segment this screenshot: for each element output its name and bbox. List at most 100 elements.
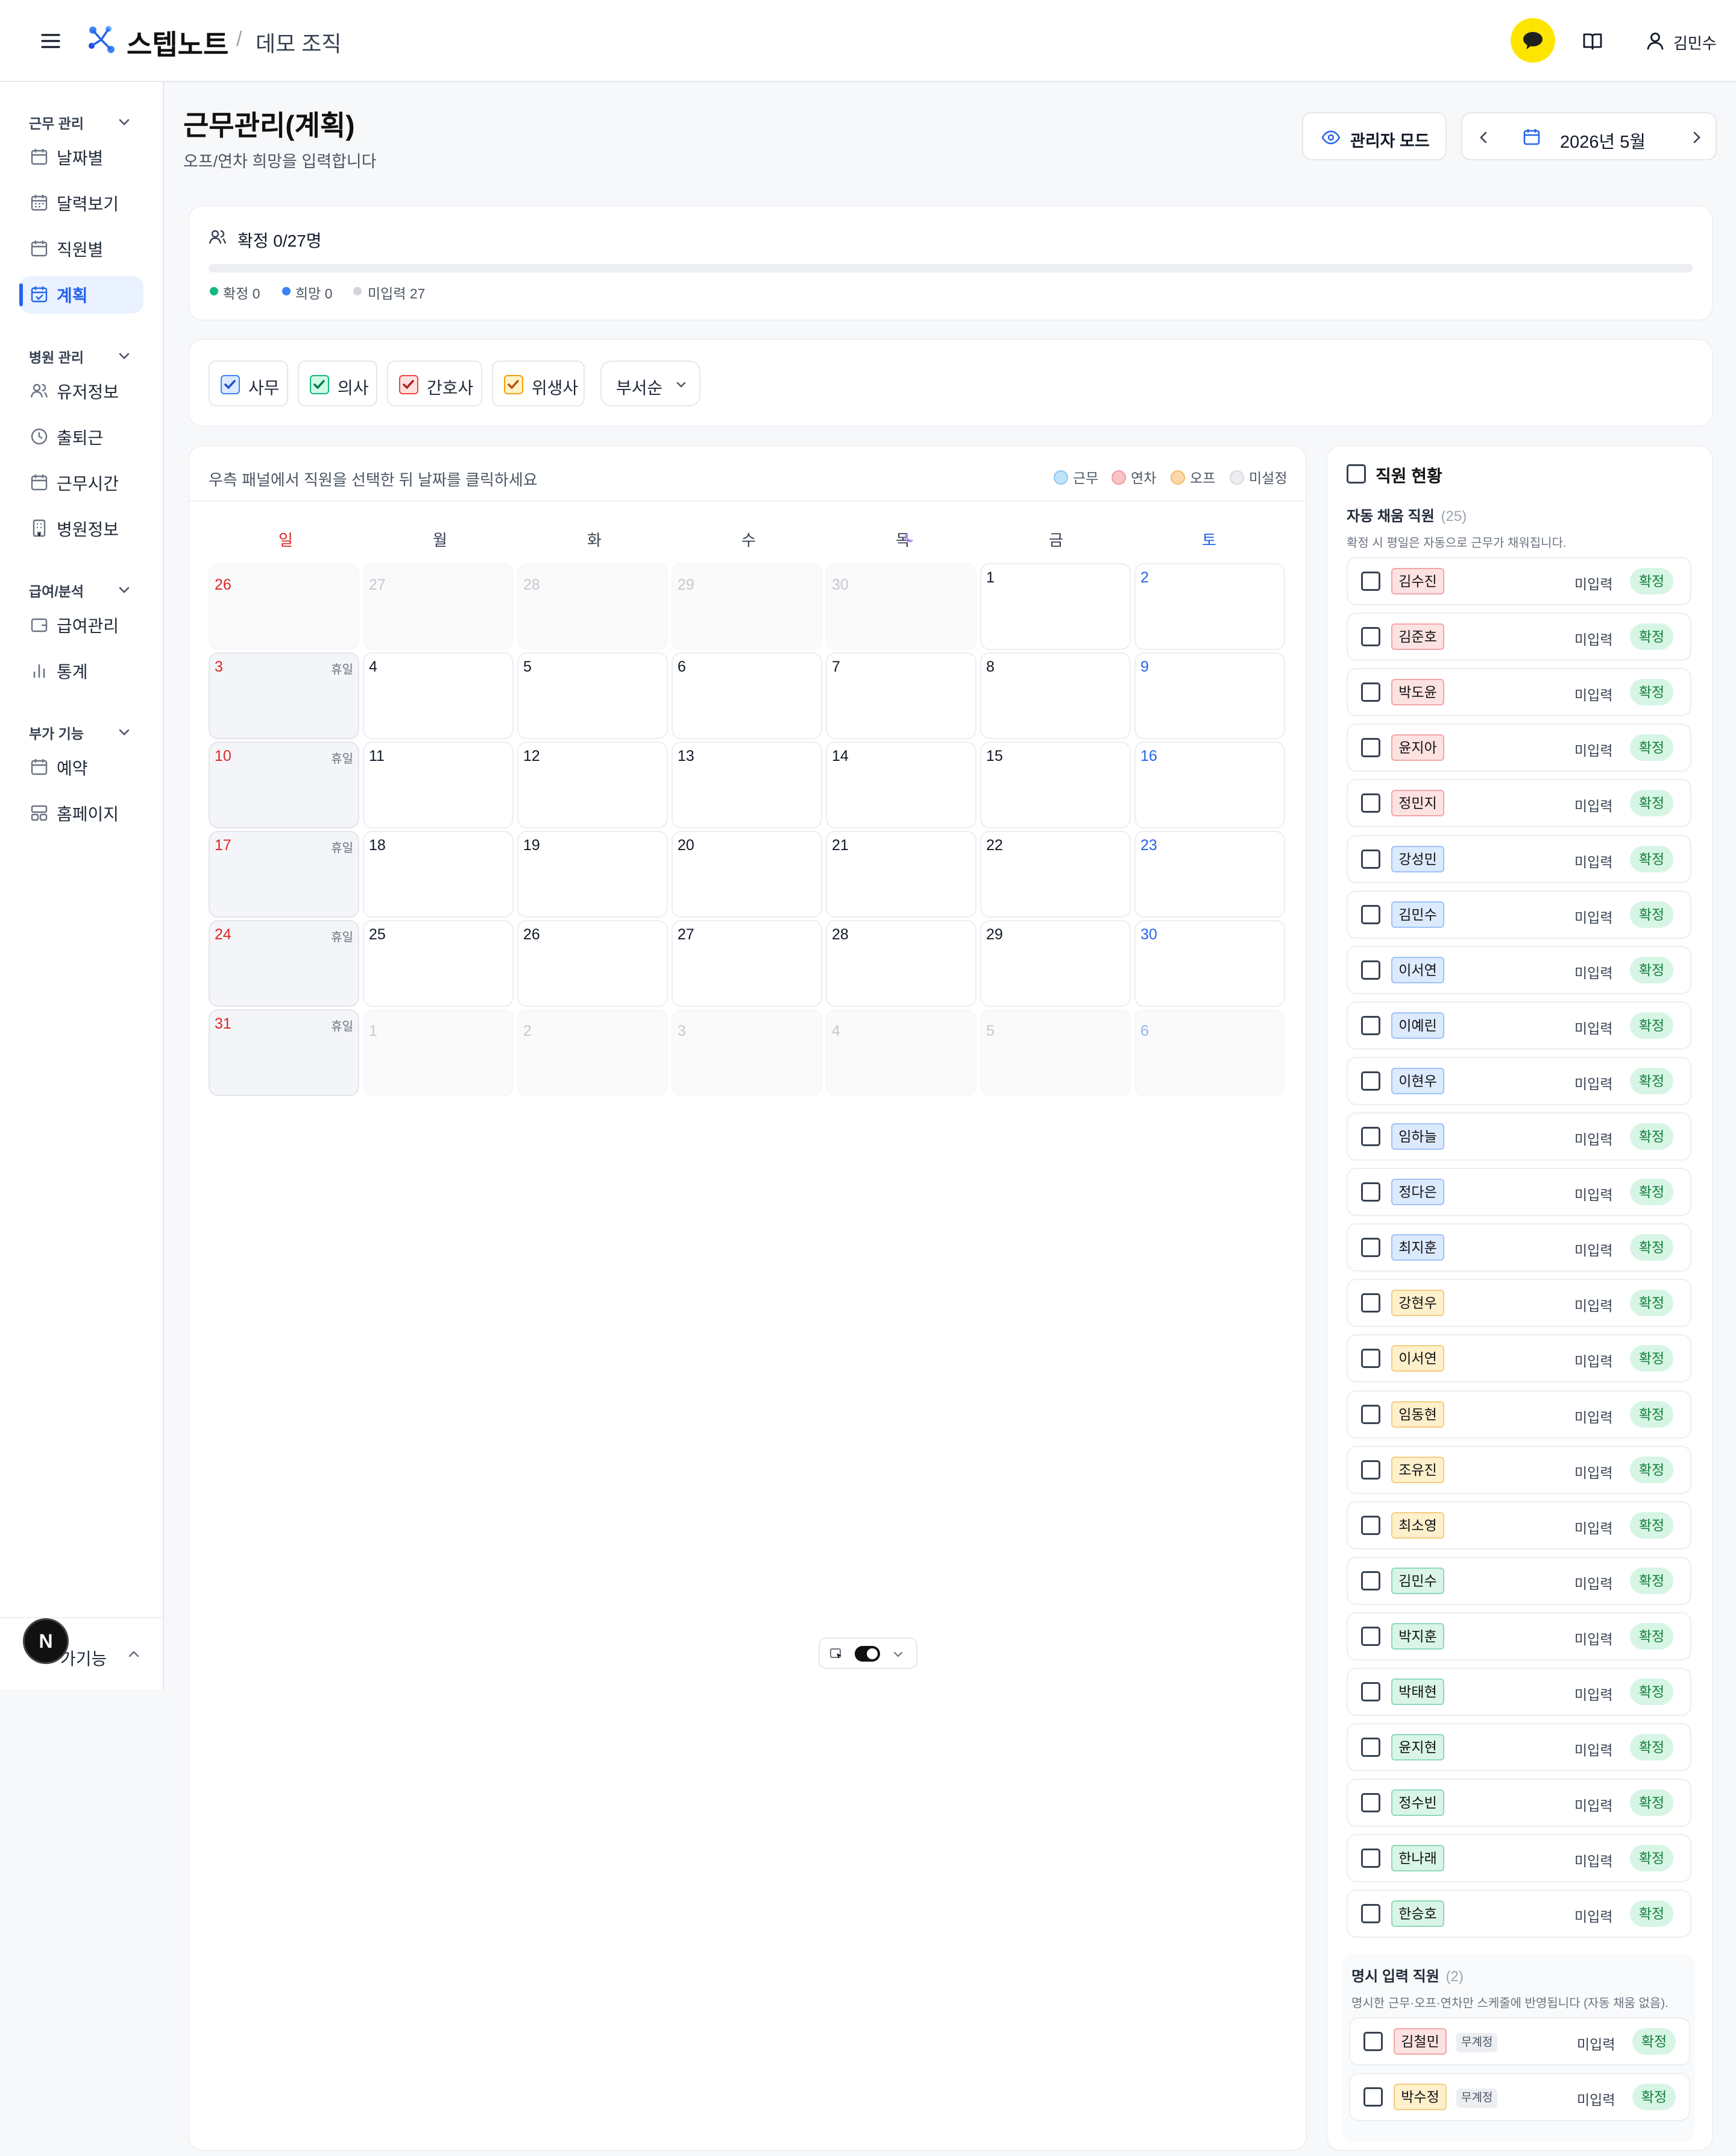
staff-checkbox[interactable] (1361, 1515, 1380, 1535)
staff-checkbox[interactable] (1361, 1738, 1380, 1757)
staff-row[interactable]: 김민수 미입력 확정 (1347, 1556, 1691, 1605)
confirm-button[interactable]: 확정 (1630, 1067, 1673, 1094)
sidebar-item-plan[interactable]: 계획 (19, 276, 143, 314)
staff-checkbox[interactable] (1361, 1238, 1380, 1258)
calendar-day-cell[interactable]: 16 (1134, 742, 1285, 828)
staff-row[interactable]: 정다은 미입력 확정 (1347, 1168, 1691, 1217)
calendar-day-cell[interactable]: 19 (517, 831, 668, 918)
confirm-button[interactable]: 확정 (1630, 1511, 1673, 1539)
staff-row[interactable]: 김준호 미입력 확정 (1347, 613, 1691, 661)
staff-row[interactable]: 이서연 미입력 확정 (1347, 945, 1691, 994)
confirm-button[interactable]: 확정 (1630, 568, 1673, 594)
calendar-day-cell[interactable]: 29 (671, 563, 822, 650)
filter-chip-doctor[interactable]: 의사 (298, 361, 377, 406)
calendar-day-cell[interactable]: 28 (826, 920, 976, 1007)
confirm-button[interactable]: 확정 (1630, 623, 1673, 651)
calendar-day-cell[interactable]: 1 (980, 563, 1131, 650)
staff-row[interactable]: 윤지아 미입력 확정 (1347, 723, 1691, 772)
confirm-button[interactable]: 확정 (1630, 956, 1673, 983)
sidebar-item-homepage[interactable]: 홈페이지 (19, 795, 143, 832)
staff-row[interactable]: 박수정 무계정 미입력 확정 (1349, 2073, 1690, 2121)
confirm-button[interactable]: 확정 (1630, 1456, 1673, 1483)
calendar-day-cell[interactable]: 6 (671, 652, 822, 739)
checkbox[interactable] (504, 375, 523, 394)
staff-row[interactable]: 박도윤 미입력 확정 (1347, 668, 1691, 717)
org-name[interactable]: 데모 조직 (256, 27, 341, 58)
calendar-day-cell[interactable]: 18 (363, 831, 514, 918)
staff-row[interactable]: 한나래 미입력 확정 (1347, 1834, 1691, 1883)
sidebar-section-title[interactable]: 급여/분석 (29, 580, 84, 600)
user-icon[interactable] (1644, 30, 1666, 52)
confirm-button[interactable]: 확정 (1630, 1900, 1673, 1927)
chevron-down-icon[interactable] (116, 723, 133, 740)
select-all-checkbox[interactable] (1347, 464, 1366, 484)
chevron-down-icon[interactable] (116, 581, 133, 598)
staff-checkbox[interactable] (1361, 904, 1380, 924)
calendar-day-cell[interactable]: 26 (517, 920, 668, 1007)
chat-button[interactable] (1511, 18, 1555, 63)
sidebar-item-stats[interactable]: 통계 (19, 652, 143, 690)
staff-checkbox[interactable] (1361, 1460, 1380, 1480)
confirm-button[interactable]: 확정 (1630, 1567, 1673, 1594)
filter-chip-nurse[interactable]: 간호사 (387, 361, 482, 406)
calendar-day-cell[interactable]: 14 (826, 742, 976, 828)
staff-row[interactable]: 한승호 미입력 확정 (1347, 1890, 1691, 1938)
staff-checkbox[interactable] (1361, 1626, 1380, 1646)
sidebar-section-title[interactable]: 병원 관리 (29, 346, 84, 367)
confirm-button[interactable]: 확정 (1630, 1789, 1673, 1817)
confirm-button[interactable]: 확정 (1630, 1678, 1673, 1705)
staff-checkbox[interactable] (1363, 2032, 1383, 2051)
staff-checkbox[interactable] (1361, 682, 1380, 702)
staff-checkbox[interactable] (1361, 1849, 1380, 1868)
filter-chip-office[interactable]: 사무 (209, 361, 288, 406)
staff-row[interactable]: 강성민 미입력 확정 (1347, 834, 1691, 883)
calendar-day-cell[interactable]: 4 (363, 652, 514, 739)
confirm-button[interactable]: 확정 (1630, 679, 1673, 706)
calendar-day-cell[interactable]: 30 (1134, 920, 1285, 1007)
calendar-day-cell[interactable]: 20 (671, 831, 822, 918)
staff-checkbox[interactable] (1361, 1071, 1380, 1091)
staff-checkbox[interactable] (1361, 849, 1380, 869)
staff-row[interactable]: 정수빈 미입력 확정 (1347, 1779, 1691, 1827)
calendar-day-cell[interactable]: 5 (980, 1009, 1131, 1096)
staff-row[interactable]: 강현우 미입력 확정 (1347, 1279, 1691, 1328)
staff-checkbox[interactable] (1361, 738, 1380, 758)
staff-checkbox[interactable] (1361, 572, 1380, 591)
confirm-button[interactable]: 확정 (1630, 1234, 1673, 1261)
staff-checkbox[interactable] (1361, 960, 1380, 980)
next-dev-badge[interactable]: N (23, 1618, 69, 1664)
staff-row[interactable]: 최소영 미입력 확정 (1347, 1501, 1691, 1549)
calendar-day-cell[interactable]: 5 (517, 652, 668, 739)
calendar-day-cell[interactable]: 6 (1134, 1009, 1285, 1096)
sidebar-item-reservation[interactable]: 예약 (19, 749, 143, 786)
calendar-day-cell[interactable]: 2 (1134, 563, 1285, 650)
calendar-day-cell[interactable]: 4 (826, 1009, 976, 1096)
staff-row[interactable]: 김민수 미입력 확정 (1347, 890, 1691, 939)
logo-icon[interactable] (84, 23, 118, 57)
sidebar-bottom-label[interactable]: 가기능 (60, 1646, 107, 1670)
devtools-toggle[interactable] (819, 1637, 917, 1669)
confirm-button[interactable]: 확정 (1632, 2084, 1676, 2110)
staff-checkbox[interactable] (1361, 1015, 1380, 1035)
calendar-day-cell[interactable]: 10 휴일 (209, 742, 359, 828)
staff-row[interactable]: 조유진 미입력 확정 (1347, 1445, 1691, 1494)
sidebar-item-hospital-info[interactable]: 병원정보 (19, 510, 143, 547)
confirm-button[interactable]: 확정 (1632, 2028, 1676, 2055)
calendar-day-cell[interactable]: 12 (517, 742, 668, 828)
staff-row[interactable]: 이서연 미입력 확정 (1347, 1334, 1691, 1383)
sidebar-item-payroll[interactable]: 급여관리 (19, 607, 143, 644)
confirm-button[interactable]: 확정 (1630, 1845, 1673, 1872)
calendar-day-cell[interactable]: 22 (980, 831, 1131, 918)
confirm-button[interactable]: 확정 (1630, 1179, 1673, 1206)
chevron-right-icon[interactable] (1687, 128, 1706, 147)
sidebar-item-attendance[interactable]: 출퇴근 (19, 418, 143, 456)
chevron-down-icon[interactable] (116, 113, 133, 130)
calendar-day-cell[interactable]: 9 (1134, 652, 1285, 739)
calendar-day-cell[interactable]: 1 (363, 1009, 514, 1096)
checkbox[interactable] (399, 375, 418, 394)
calendar-day-cell[interactable]: 24 휴일 (209, 920, 359, 1007)
calendar-day-cell[interactable]: 21 (826, 831, 976, 918)
confirm-button[interactable]: 확정 (1630, 1290, 1673, 1317)
calendar-day-cell[interactable]: 27 (363, 563, 514, 650)
staff-checkbox[interactable] (1361, 1793, 1380, 1813)
